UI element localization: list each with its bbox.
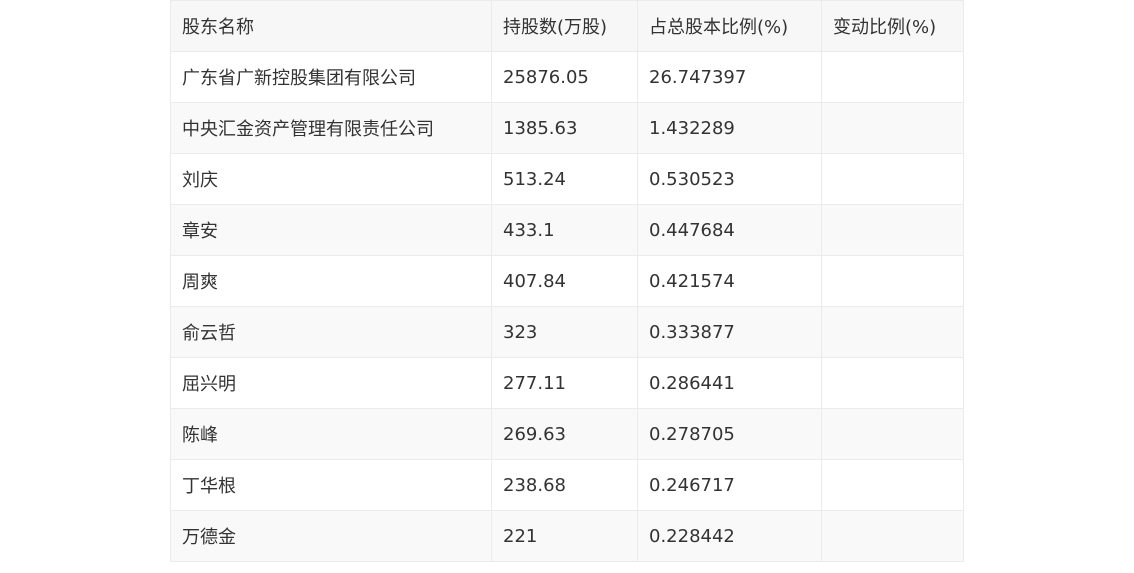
table-row: 陈峰 269.63 0.278705 — [170, 408, 964, 460]
cell-shareholder-name: 陈峰 — [170, 408, 492, 460]
cell-change-ratio — [821, 510, 964, 562]
table-row: 万德金 221 0.228442 — [170, 510, 964, 562]
table-row: 中央汇金资产管理有限责任公司 1385.63 1.432289 — [170, 102, 964, 154]
cell-shares-held: 221 — [491, 510, 638, 562]
cell-shares-held: 277.11 — [491, 357, 638, 409]
shareholder-table-container: 股东名称 持股数(万股) 占总股本比例(%) 变动比例(%) 广东省广新控股集团… — [170, 0, 964, 562]
cell-shareholder-name: 中央汇金资产管理有限责任公司 — [170, 102, 492, 154]
table-header: 股东名称 持股数(万股) 占总股本比例(%) 变动比例(%) — [170, 0, 964, 52]
cell-shareholder-name: 丁华根 — [170, 459, 492, 511]
header-shares-held: 持股数(万股) — [491, 0, 638, 52]
table-row: 俞云哲 323 0.333877 — [170, 306, 964, 358]
cell-shareholder-name: 俞云哲 — [170, 306, 492, 358]
cell-shares-held: 513.24 — [491, 153, 638, 205]
cell-share-ratio: 1.432289 — [637, 102, 822, 154]
header-share-ratio: 占总股本比例(%) — [637, 0, 822, 52]
cell-change-ratio — [821, 153, 964, 205]
cell-shareholder-name: 屈兴明 — [170, 357, 492, 409]
table-row: 刘庆 513.24 0.530523 — [170, 153, 964, 205]
cell-share-ratio: 0.333877 — [637, 306, 822, 358]
cell-change-ratio — [821, 357, 964, 409]
cell-shares-held: 433.1 — [491, 204, 638, 256]
cell-change-ratio — [821, 306, 964, 358]
cell-shareholder-name: 章安 — [170, 204, 492, 256]
table-row: 广东省广新控股集团有限公司 25876.05 26.747397 — [170, 51, 964, 103]
table-row: 丁华根 238.68 0.246717 — [170, 459, 964, 511]
cell-share-ratio: 0.246717 — [637, 459, 822, 511]
table-body: 广东省广新控股集团有限公司 25876.05 26.747397 中央汇金资产管… — [170, 51, 964, 562]
cell-share-ratio: 0.447684 — [637, 204, 822, 256]
cell-shares-held: 1385.63 — [491, 102, 638, 154]
header-shareholder-name: 股东名称 — [170, 0, 492, 52]
table-row: 屈兴明 277.11 0.286441 — [170, 357, 964, 409]
cell-change-ratio — [821, 255, 964, 307]
cell-share-ratio: 0.421574 — [637, 255, 822, 307]
cell-shares-held: 407.84 — [491, 255, 638, 307]
cell-shareholder-name: 周爽 — [170, 255, 492, 307]
table-row: 周爽 407.84 0.421574 — [170, 255, 964, 307]
cell-share-ratio: 0.530523 — [637, 153, 822, 205]
cell-shares-held: 238.68 — [491, 459, 638, 511]
cell-change-ratio — [821, 459, 964, 511]
cell-share-ratio: 0.278705 — [637, 408, 822, 460]
cell-change-ratio — [821, 204, 964, 256]
header-change-ratio: 变动比例(%) — [821, 0, 964, 52]
cell-shares-held: 269.63 — [491, 408, 638, 460]
cell-share-ratio: 26.747397 — [637, 51, 822, 103]
cell-change-ratio — [821, 102, 964, 154]
cell-share-ratio: 0.228442 — [637, 510, 822, 562]
cell-shareholder-name: 万德金 — [170, 510, 492, 562]
cell-shareholder-name: 刘庆 — [170, 153, 492, 205]
shareholder-table: 股东名称 持股数(万股) 占总股本比例(%) 变动比例(%) 广东省广新控股集团… — [170, 0, 964, 562]
cell-change-ratio — [821, 408, 964, 460]
header-row: 股东名称 持股数(万股) 占总股本比例(%) 变动比例(%) — [170, 0, 964, 52]
cell-shareholder-name: 广东省广新控股集团有限公司 — [170, 51, 492, 103]
cell-change-ratio — [821, 51, 964, 103]
cell-shares-held: 323 — [491, 306, 638, 358]
table-row: 章安 433.1 0.447684 — [170, 204, 964, 256]
cell-share-ratio: 0.286441 — [637, 357, 822, 409]
cell-shares-held: 25876.05 — [491, 51, 638, 103]
